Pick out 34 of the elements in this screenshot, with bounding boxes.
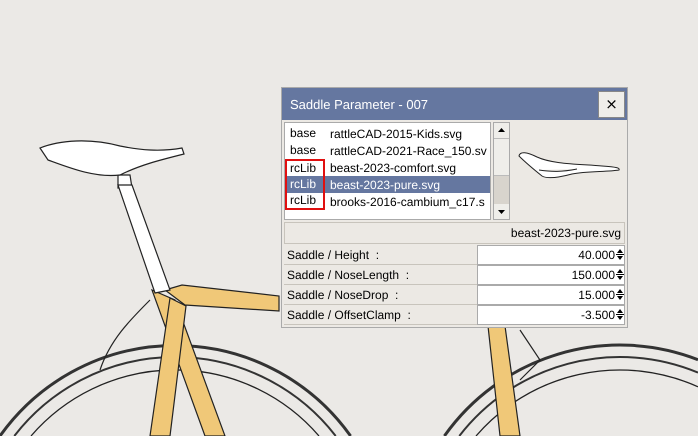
file-name: beast-2023-pure.svg [329,178,440,192]
file-list-item[interactable]: rcLib brooks-2016-cambium_c17.s [285,193,490,210]
selected-file-label: beast-2023-pure.svg [284,222,625,244]
spin-arrows-icon[interactable] [616,287,624,302]
brake-cable [520,330,541,380]
file-list-item[interactable]: rcLib beast-2023-pure.svg [285,176,490,193]
source-label: rcLib [285,193,325,210]
window-title: Saddle Parameter - 007 [290,96,428,112]
file-name: rattleCAD-2021-Race_150.sv [329,144,487,158]
spin-arrows-icon[interactable] [616,267,624,282]
file-name: rattleCAD-2015-Kids.svg [329,126,462,140]
number-spinbox[interactable]: 15.000 [477,284,625,304]
number-spinbox[interactable]: -3.500 [477,304,625,324]
close-button[interactable]: × [598,90,625,118]
file-list-item[interactable]: base rattleCAD-2015-Kids.svg [285,125,490,142]
spin-arrows-icon[interactable] [616,307,624,322]
file-list-item[interactable]: base rattleCAD-2021-Race_150.sv [285,142,490,159]
source-label: base [289,142,318,159]
scroll-thumb[interactable] [494,138,509,176]
parameter-label: Saddle / NoseLength : [286,268,410,282]
parameter-label: Saddle / OffsetClamp : [286,308,412,322]
file-name: brooks-2016-cambium_c17.s [329,194,485,208]
source-label: base [289,125,318,142]
spin-arrows-icon[interactable] [616,247,624,262]
brake-cable [99,300,150,370]
scroll-down-icon[interactable] [494,204,509,219]
number-spinbox[interactable]: 40.000 [477,244,625,264]
parameter-label: Saddle / Height : [286,248,380,262]
scroll-up-icon[interactable] [494,123,509,138]
scrollbar[interactable] [493,122,510,220]
number-spinbox[interactable]: 150.000 [477,264,625,284]
parameter-label: Saddle / NoseDrop : [286,288,400,302]
file-name: beast-2023-comfort.svg [329,160,456,174]
source-label: rcLib [285,176,325,193]
